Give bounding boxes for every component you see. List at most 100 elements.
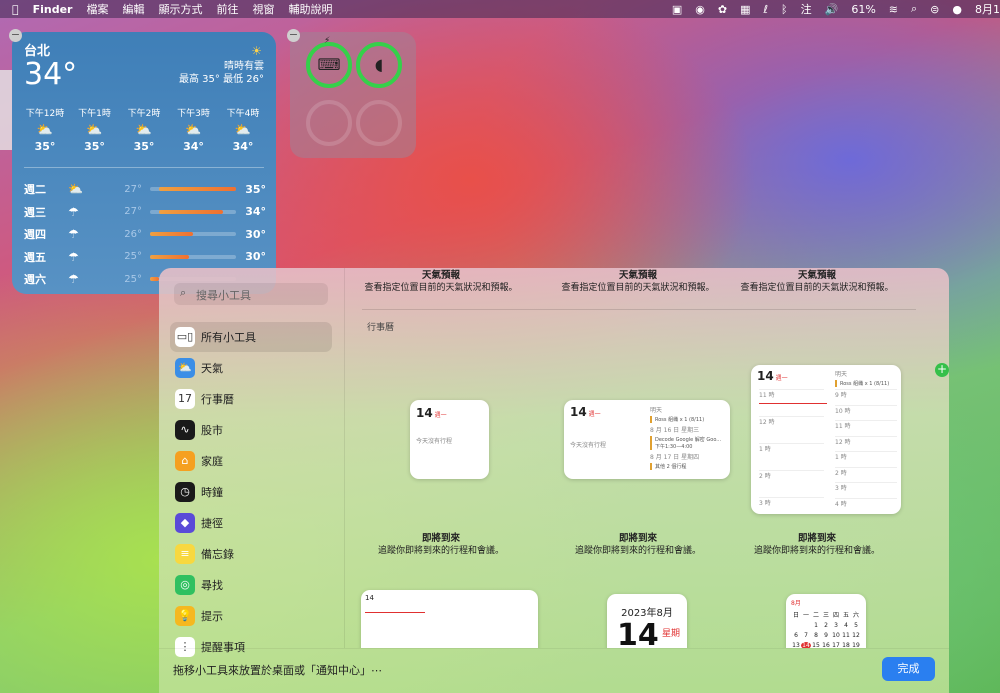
sidebar-item[interactable]: ◎ 尋找 [170,570,332,600]
cal-event-time: 下午1:30—4:00 [655,444,693,450]
battery-percent[interactable]: 61% [851,3,875,16]
partly-cloudy-icon: ⛅ [135,123,153,138]
hearing-icon[interactable]: ℓ [763,3,768,16]
date-day: 14 [617,618,659,648]
bluetooth-icon[interactable]: ᛒ [781,3,788,16]
temp-range-bar [150,232,236,237]
fan-icon[interactable]: ✿ [718,3,727,16]
batteries-widget[interactable]: − ⌨ ⚡ ◖ [287,29,416,158]
status-icon[interactable]: ▣ [672,3,682,16]
widget-desc-text: 查看指定位置目前的天氣狀況和預報。 [364,283,518,293]
search-input[interactable]: ⌕ 搜尋小工具 [174,283,328,305]
remove-widget-button[interactable]: − [9,29,22,42]
sidebar-item[interactable]: 💡 提示 [170,601,332,631]
partly-cloudy-icon: ⛅ [36,123,54,138]
menu-item-help[interactable]: 輔助說明 [288,1,332,17]
hour-forecast: 下午1時 ⛅ 35° [74,106,116,153]
input-method[interactable]: 注 [801,1,812,17]
gallery-footer: 拖移小工具來放置於桌面或「通知中心」⋯ 完成 [159,648,949,693]
remove-widget-button[interactable]: − [287,29,300,42]
calendar-medium-widget[interactable]: 14 週一 今天沒有行程 明天 Ross 組織 x 1 (8/11) 8 月 1… [564,400,730,479]
menu-item-view[interactable]: 顯示方式 [158,1,202,17]
current-time-line [759,403,827,404]
day-high: 34° [245,205,266,219]
month-weekday: 三 [822,612,829,619]
done-button[interactable]: 完成 [882,657,935,681]
volume-icon[interactable]: 🔊 [825,3,839,16]
month-widget[interactable]: 8月 日一二三四五六 1 2 3 4 5 6 7 8 9 10 11 12 13 14 15 16 17 18 19 [786,594,866,648]
widget-desc-text: 追蹤你即將到來的行程和會議。 [377,546,504,556]
sidebar-item[interactable]: ∿ 股市 [170,415,332,445]
sidebar-item-label: 捷徑 [201,517,223,530]
cal-hour-label: 12 時 [759,416,824,443]
menu-clock[interactable]: 8月1 [975,1,1000,17]
month-day [791,622,801,629]
month-weekday: 六 [852,612,859,619]
temp-range-bar [150,254,236,259]
current-time-line [365,612,425,613]
sidebar-item[interactable]: ≡ 備忘錄 [170,539,332,569]
widget-description: 天氣預報 查看指定位置目前的天氣狀況和預報。 [722,270,912,294]
cal-hour-label: 1 時 [835,451,897,467]
hour-time: 下午2時 [127,109,161,119]
menu-item-file[interactable]: 檔案 [86,1,108,17]
widget-desc-text: 追蹤你即將到來的行程和會議。 [574,546,701,556]
hour-temp: 35° [34,140,56,153]
screen-record-icon[interactable]: ◉ [695,3,705,16]
widget-title: 天氣預報 [421,270,460,281]
sidebar-item[interactable]: ▭▯ 所有小工具 [170,322,332,352]
window-edge [0,70,12,150]
cal-date: 14 [757,369,774,383]
search-icon[interactable]: ⌕ [911,2,917,16]
cal-hour-label: 1 時 [759,443,824,470]
day-name: 週五 [24,250,46,264]
calendar-large-widget[interactable]: 14 週一 11 時 12 時1 時2 時3 時 明天 Ross 組織 x 1 (… [751,365,901,514]
day-low: 25° [124,273,142,285]
date-dow: 星期 [662,629,681,639]
month-day: 12 [852,632,860,639]
sidebar-item[interactable]: 17 行事曆 [170,384,332,414]
menu-app-name[interactable]: Finder [33,3,73,16]
menu-item-go[interactable]: 前往 [216,1,238,17]
menu-item-edit[interactable]: 編輯 [122,1,144,17]
day-low: 27° [124,206,142,218]
widget-gallery: ⌕ 搜尋小工具 ▭▯ 所有小工具 ⛅ 天氣 17 行事曆 ∿ 股市 ⌂ 家庭 ◷ 時鐘 ◆ 捷徑 ≡ 備忘錄 ◎… [159,268,949,693]
month-day: 8 [814,632,818,639]
layout-icon[interactable]: ▦ [740,3,750,16]
month-day: 4 [844,622,848,629]
add-widget-button[interactable]: + [935,363,949,377]
menu-item-window[interactable]: 視窗 [252,1,274,17]
sidebar-item[interactable]: ◷ 時鐘 [170,477,332,507]
siri-icon[interactable]: ● [952,3,962,16]
weather-widget[interactable]: − 台北 34° ☀ 晴時有雲 最高 35° 最低 26° 下午12時 ⛅ 35° 下… [9,29,276,294]
month-day: 9 [824,632,828,639]
control-center-icon[interactable]: ⊜ [930,3,939,16]
cal-day-header: 8 月 17 日 星期四 [650,454,700,461]
wifi-icon[interactable]: ≋ [889,3,898,16]
month-day: 5 [854,622,858,629]
temp-range-bar [150,209,236,214]
day-name: 週二 [24,183,46,197]
sidebar-item[interactable]: ◆ 捷徑 [170,508,332,538]
month-weekday: 一 [802,612,809,619]
apple-menu-icon[interactable]:  [12,3,19,16]
cal-hour-label: 11 時 [835,420,897,436]
widget-desc-text: 查看指定位置目前的天氣狀況和預報。 [561,283,715,293]
tips-app-icon: 💡 [175,606,195,626]
cal-hour-label: 3 時 [835,482,897,498]
calendar-week-widget[interactable]: 14 [361,590,538,648]
sidebar-item[interactable]: ⛅ 天氣 [170,353,332,383]
partly-cloudy-icon: ⛅ [68,182,83,197]
divider [362,309,916,310]
date-widget[interactable]: 2023年8月 14 星期 [607,594,687,648]
calendar-app-icon: 17 [175,389,195,409]
cal-hour-label: 10 時 [835,404,897,421]
charging-icon: ⚡ [324,36,331,46]
hour-time: 下午12時 [25,109,65,119]
calendar-small-widget[interactable]: 14 週一 今天沒有行程 [410,400,489,479]
cal-date: 14 [416,406,433,420]
laptop-icon: ⌨ [317,55,341,74]
sidebar-item[interactable]: ⌂ 家庭 [170,446,332,476]
battery-ring-mouse: ◖ [356,42,402,88]
day-forecast: 週二 ⛅ 27° 35° [24,178,266,201]
